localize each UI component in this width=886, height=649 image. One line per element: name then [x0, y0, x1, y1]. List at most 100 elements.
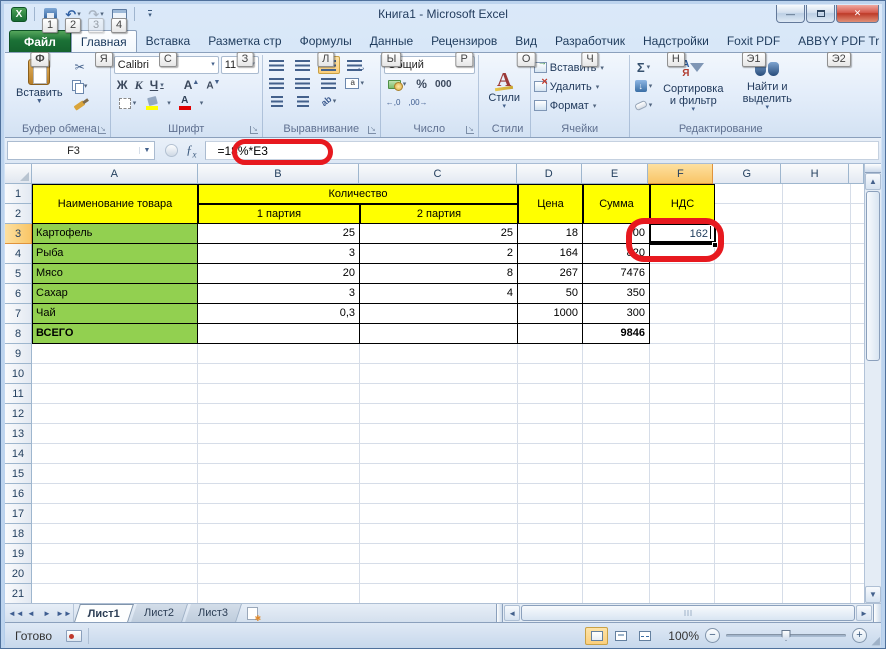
cell-B4[interactable]: 3 [198, 244, 360, 264]
scroll-left-icon[interactable]: ◄ [504, 605, 520, 621]
save-button[interactable]: 1 [40, 5, 60, 24]
last-sheet-icon[interactable]: ►► [56, 609, 70, 618]
row-header-7[interactable]: 7 [5, 304, 32, 324]
tab-add-ins[interactable]: НадстройкиН [634, 30, 718, 52]
row-header-13[interactable]: 13 [5, 424, 32, 444]
cell-C7[interactable] [360, 304, 518, 324]
cell-D8[interactable] [518, 324, 583, 344]
scroll-right-icon[interactable]: ► [856, 605, 872, 621]
sheet-tab-2[interactable]: Лист2 [131, 604, 188, 622]
sheet-tab-3[interactable]: Лист3 [185, 604, 242, 622]
accounting-format-button[interactable]: ▾ [386, 75, 409, 93]
decrease-indent-button[interactable] [266, 92, 288, 110]
tab-review[interactable]: РецензировР [422, 30, 506, 52]
fill-handle[interactable] [712, 242, 718, 248]
column-header-F[interactable]: F [648, 164, 713, 184]
cell-D4[interactable]: 164 [518, 244, 583, 264]
increase-indent-button[interactable] [292, 92, 314, 110]
format-painter-button[interactable] [70, 96, 90, 114]
row-header-1[interactable]: 1 [5, 184, 32, 204]
row-header-17[interactable]: 17 [5, 504, 32, 524]
insert-function-button[interactable]: ƒx [186, 142, 197, 160]
prev-sheet-icon[interactable]: ◄ [24, 609, 38, 618]
tab-foxit-pdf[interactable]: Foxit PDFЭ1 [718, 30, 789, 52]
dialog-launcher-icon[interactable] [466, 126, 474, 134]
zoom-slider[interactable] [726, 634, 846, 637]
cell-A6[interactable]: Сахар [32, 284, 198, 304]
row-header-3[interactable]: 3 [5, 224, 32, 244]
cell-B7[interactable]: 0,3 [198, 304, 360, 324]
page-break-view-button[interactable] [633, 627, 656, 645]
cell-A7[interactable]: Чай [32, 304, 198, 324]
cell-E6[interactable]: 350 [583, 284, 650, 304]
vertical-scroll-thumb[interactable] [866, 191, 880, 361]
shrink-font-button[interactable]: А▼ [206, 79, 220, 91]
column-header-C[interactable]: C [359, 164, 517, 184]
column-header-A[interactable]: A [32, 164, 198, 184]
wrap-text-button[interactable] [344, 56, 366, 74]
align-right-button[interactable] [318, 74, 340, 92]
customize-qat-button[interactable]: ▾ [140, 5, 160, 24]
row-header-20[interactable]: 20 [5, 564, 32, 584]
cell-E8[interactable]: 9846 [583, 324, 650, 344]
cell-E3[interactable]: 900 [583, 224, 650, 244]
row-header-16[interactable]: 16 [5, 484, 32, 504]
select-all-corner[interactable] [5, 164, 32, 184]
copy-button[interactable]: ▾ [70, 77, 90, 95]
sheet-grid[interactable]: ABCDEFGH 1234567891011121314151617181920… [5, 164, 864, 603]
row-header-10[interactable]: 10 [5, 364, 32, 384]
column-header-E[interactable]: E [582, 164, 649, 184]
increase-decimal-button[interactable]: ←,0 [386, 99, 401, 107]
row-header-2[interactable]: 2 [5, 204, 32, 224]
cell-D5[interactable]: 267 [518, 264, 583, 284]
zoom-out-button[interactable]: − [705, 628, 720, 643]
name-box[interactable]: F3 ▼ [7, 141, 155, 160]
row-header-19[interactable]: 19 [5, 544, 32, 564]
format-cells-button[interactable]: Формат▾ [534, 96, 626, 115]
header-cell-B2[interactable]: 1 партия [198, 204, 360, 224]
cell-A8[interactable]: ВСЕГО [32, 324, 198, 344]
row-header-12[interactable]: 12 [5, 404, 32, 424]
horizontal-splitter[interactable] [873, 604, 881, 622]
header-cell-B1[interactable]: Количество [198, 184, 518, 204]
header-cell-A1[interactable]: Наименование товара [32, 184, 198, 224]
tab-data[interactable]: ДанныеЫ [361, 30, 422, 52]
zoom-slider-thumb[interactable] [782, 630, 791, 641]
scroll-down-icon[interactable]: ▼ [865, 586, 881, 603]
percent-style-button[interactable]: % [416, 77, 427, 91]
cell-D6[interactable]: 50 [518, 284, 583, 304]
app-menu-button[interactable]: X [9, 5, 29, 24]
page-layout-view-button[interactable] [609, 627, 632, 645]
vertical-scroll-track[interactable] [865, 362, 881, 586]
row-header-15[interactable]: 15 [5, 464, 32, 484]
underline-button[interactable]: Ч▾ [150, 78, 164, 92]
cell-A4[interactable]: Рыба [32, 244, 198, 264]
row-header-6[interactable]: 6 [5, 284, 32, 304]
row-header-21[interactable]: 21 [5, 584, 32, 603]
header-cell-C2[interactable]: 2 партия [360, 204, 518, 224]
split-handle[interactable] [865, 164, 881, 173]
column-header-G[interactable]: G [713, 164, 781, 184]
cells-area[interactable]: Наименование товараКоличество1 партия2 п… [32, 184, 864, 603]
cell-C3[interactable]: 25 [360, 224, 518, 244]
column-header-partial[interactable] [849, 164, 864, 184]
delete-cells-button[interactable]: Удалить▾ [534, 77, 626, 96]
dialog-launcher-icon[interactable] [250, 126, 258, 134]
tab-home[interactable]: ГлавнаяЯ [71, 30, 137, 52]
bold-button[interactable]: Ж [117, 78, 128, 92]
formula-input[interactable]: =18%*E3 [205, 141, 880, 160]
maximize-button[interactable] [806, 5, 835, 23]
tab-developer[interactable]: РазработчикЧ [546, 30, 634, 52]
cell-E4[interactable]: 820 [583, 244, 650, 264]
scroll-up-icon[interactable]: ▲ [865, 173, 881, 190]
dialog-launcher-icon[interactable] [98, 126, 106, 134]
dialog-launcher-icon[interactable] [368, 126, 376, 134]
name-box-dropdown-icon[interactable]: ▼ [139, 147, 154, 154]
align-center-button[interactable] [292, 74, 314, 92]
cell-D7[interactable]: 1000 [518, 304, 583, 324]
undo-button[interactable]: ↶▾ 2 [63, 5, 83, 24]
tab-file[interactable]: ФайлФ [9, 30, 71, 52]
cell-A5[interactable]: Мясо [32, 264, 198, 284]
align-top-button[interactable] [266, 56, 288, 74]
tab-insert[interactable]: ВставкаС [137, 30, 200, 52]
